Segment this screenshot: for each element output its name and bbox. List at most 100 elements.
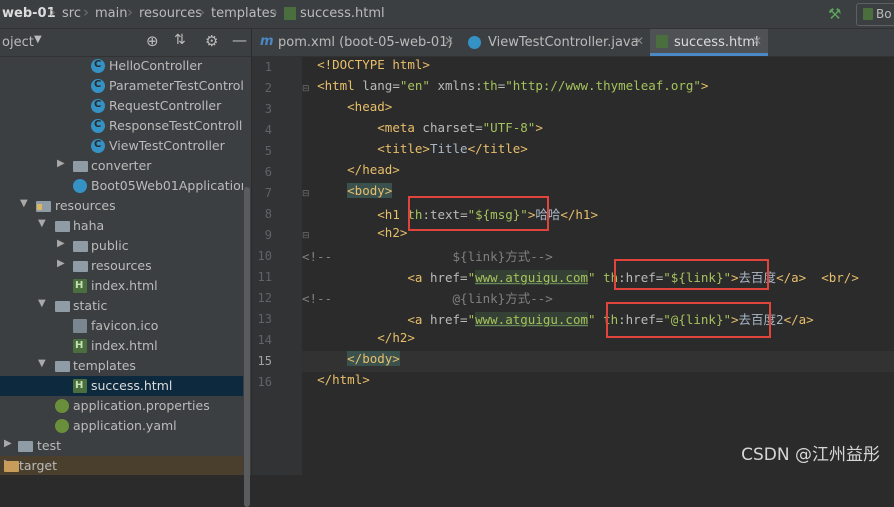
tree-item[interactable]: application.yaml <box>0 416 244 436</box>
breadcrumb-separator-icon: › <box>272 3 278 21</box>
chevron-right-icon[interactable]: ▶ <box>4 438 12 449</box>
chevron-right-icon[interactable]: ▶ <box>57 238 65 249</box>
line-number: 16 <box>257 375 272 389</box>
code-line: <title>Title</title> <box>377 141 528 156</box>
class-icon <box>91 99 105 113</box>
line-number: 11 <box>257 270 272 284</box>
tree-item[interactable]: application.properties <box>0 396 244 416</box>
folder-icon <box>55 301 70 312</box>
spring-app-icon <box>73 179 87 193</box>
close-icon[interactable]: ✕ <box>634 34 644 48</box>
line-number: 6 <box>264 165 272 179</box>
tree-item[interactable]: ▶ resources <box>0 256 244 276</box>
collapse-all-icon[interactable]: ⇅ <box>174 32 186 48</box>
code-line: <a href="www.atguigu.com" th:href="${lin… <box>407 270 859 285</box>
line-number: 8 <box>264 207 272 221</box>
code-editor[interactable]: <!DOCTYPE html> <html lang="en" xmlns:th… <box>302 57 894 475</box>
line-number: 12 <box>257 291 272 305</box>
html-file-icon <box>284 7 296 20</box>
tree-item[interactable]: ViewTestController <box>0 136 244 156</box>
class-icon <box>91 119 105 133</box>
html-file-icon <box>73 339 87 353</box>
tree-item[interactable]: RequestController <box>0 96 244 116</box>
project-tree: HelloController ParameterTestController … <box>0 57 252 475</box>
locate-target-icon[interactable]: ⊕ <box>146 32 159 50</box>
build-hammer-icon[interactable]: ⚒ <box>828 5 841 23</box>
chevron-down-icon[interactable]: ▼ <box>38 218 46 229</box>
class-icon <box>91 139 105 153</box>
chevron-down-icon[interactable]: ▼ <box>34 34 42 45</box>
tree-item[interactable]: ▼ resources <box>0 196 244 216</box>
chevron-right-icon[interactable]: ▶ <box>57 258 65 269</box>
code-line: <!DOCTYPE html> <box>317 57 430 72</box>
project-view-selector[interactable]: oject <box>2 35 34 50</box>
tab-success-html[interactable]: success.html ✕ <box>650 29 768 56</box>
code-line: </h2> <box>377 330 415 345</box>
chevron-down-icon[interactable]: ▼ <box>20 198 28 209</box>
scrollbar-thumb[interactable] <box>244 187 250 507</box>
folder-icon <box>73 261 88 272</box>
tree-item[interactable]: ▼ static <box>0 296 244 316</box>
gear-icon[interactable]: ⚙ <box>205 32 218 50</box>
chevron-down-icon[interactable]: ▼ <box>38 358 46 369</box>
tab-viewtestcontroller[interactable]: ViewTestController.java ✕ <box>462 29 648 56</box>
tree-item[interactable]: ▶ test <box>0 436 244 456</box>
breadcrumb-separator-icon: › <box>50 3 56 21</box>
tree-item[interactable]: favicon.ico <box>0 316 244 336</box>
tree-item[interactable]: ResponseTestController <box>0 116 252 136</box>
breadcrumb-main[interactable]: main <box>95 6 127 21</box>
html-file-icon <box>73 379 87 393</box>
run-config-label: Bo <box>876 7 892 21</box>
tab-pom-xml[interactable]: m pom.xml (boot-05-web-01) ✕ <box>252 29 460 56</box>
close-icon[interactable]: ✕ <box>444 34 454 48</box>
folder-icon <box>73 161 88 172</box>
breadcrumb-current-file[interactable]: success.html <box>300 6 385 21</box>
minimize-icon[interactable]: — <box>232 31 247 49</box>
chevron-down-icon[interactable]: ▼ <box>38 298 46 309</box>
tree-item[interactable]: ParameterTestController <box>0 76 252 96</box>
code-line: <meta charset="UTF-8"> <box>377 120 543 135</box>
class-icon <box>91 79 105 93</box>
breadcrumb-separator-icon: › <box>83 3 89 21</box>
tree-item[interactable]: ▶ converter <box>0 156 244 176</box>
project-tree-scrollbar[interactable] <box>243 57 251 507</box>
resources-folder-icon <box>36 201 51 212</box>
folder-icon <box>18 441 33 452</box>
run-configuration-selector[interactable]: Bo <box>856 3 894 26</box>
breadcrumb-src[interactable]: src <box>62 6 81 21</box>
chevron-right-icon[interactable]: ▶ <box>57 158 65 169</box>
tree-item[interactable]: index.html <box>0 336 244 356</box>
tree-item[interactable]: ▼ templates <box>0 356 244 376</box>
tree-item[interactable]: index.html <box>0 276 244 296</box>
breadcrumb-project[interactable]: web-01 <box>2 6 56 21</box>
tree-item[interactable]: ▶target <box>0 456 244 475</box>
tree-item[interactable]: ▼ haha <box>0 216 244 236</box>
folder-icon <box>55 221 70 232</box>
code-line-current: </body> <box>302 351 894 372</box>
class-icon <box>91 59 105 73</box>
line-number: 3 <box>264 102 272 116</box>
tree-item[interactable]: Boot05Web01Application <box>0 176 249 196</box>
code-line: <h2> <box>377 225 408 240</box>
code-line: <html lang="en" xmlns:th="http://www.thy… <box>317 78 709 93</box>
close-icon[interactable]: ✕ <box>752 34 762 48</box>
folder-icon <box>55 361 70 372</box>
breadcrumb-templates[interactable]: templates <box>211 6 276 21</box>
line-number-current: 15 <box>257 354 272 368</box>
line-number: 14 <box>257 333 272 347</box>
project-panel-toolbar: oject ▼ ⊕ ⇅ ⚙ — <box>0 29 252 57</box>
breadcrumb-resources[interactable]: resources <box>139 6 202 21</box>
line-number: 5 <box>264 144 272 158</box>
tree-item-selected[interactable]: success.html <box>0 376 244 396</box>
line-number: 7 <box>264 186 272 200</box>
editor-gutter <box>252 57 302 475</box>
html-file-icon <box>73 279 87 293</box>
code-line: <!-- ${link}方式--> <box>302 249 553 264</box>
tree-item[interactable]: HelloController <box>0 57 244 76</box>
code-line: <head> <box>347 99 393 114</box>
folder-icon <box>73 241 88 252</box>
class-icon <box>468 36 481 49</box>
tree-item[interactable]: ▶ public <box>0 236 244 256</box>
line-number: 10 <box>257 249 272 263</box>
line-number: 9 <box>264 228 272 242</box>
